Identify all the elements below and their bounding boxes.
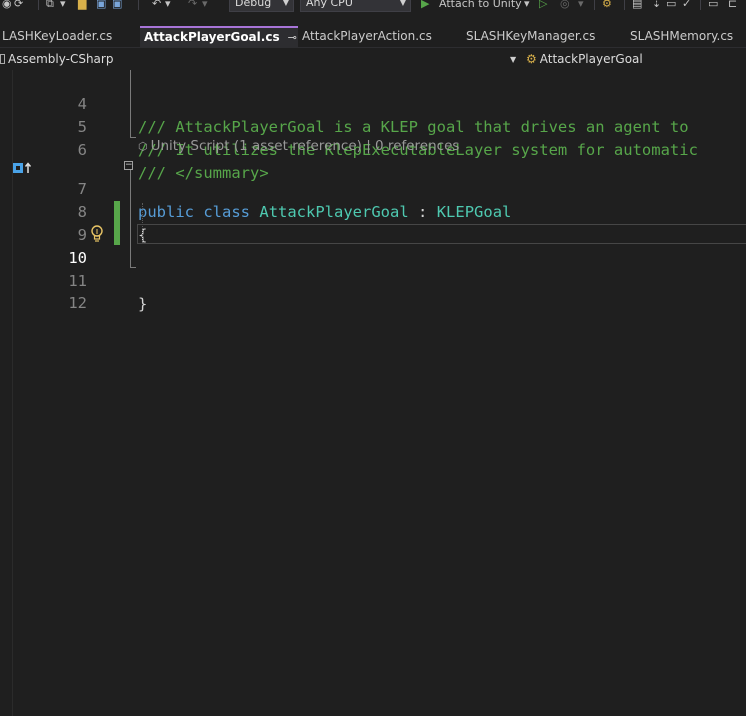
hot-reload-icon[interactable]: ◎ <box>560 0 570 10</box>
project-icon <box>0 54 5 64</box>
code-line-7[interactable]: 7 public class AttackPlayerGoal : KLEPGo… <box>0 155 746 221</box>
chevron-down-icon: ▼ <box>399 0 406 7</box>
tab-lashkeyloader[interactable]: LASHKeyLoader.cs <box>0 26 140 47</box>
navigation-bar: Assembly-CSharp ▼ ⚙ AttackPlayerGoal <box>0 50 746 71</box>
type-scope-dropdown[interactable]: ⚙ AttackPlayerGoal <box>526 50 746 69</box>
configuration-value: Debug <box>235 0 272 9</box>
code-line-10[interactable]: 10 <box>0 224 746 267</box>
toolbar-separator <box>594 0 595 10</box>
toolbar-separator <box>624 0 625 10</box>
tab-label: SLASHMemory.cs <box>630 29 734 43</box>
code-editor[interactable]: 4 /// AttackPlayerGoal is a KLEP goal th… <box>0 70 746 716</box>
code-line-6[interactable]: 6 /// </summary> <box>0 116 746 182</box>
tab-label: AttackPlayerGoal.cs <box>144 30 280 44</box>
toolbar-separator <box>138 0 139 10</box>
step-icon[interactable]: ⇣ <box>652 0 661 10</box>
undo-icon[interactable]: ↶ <box>152 0 161 10</box>
code-line-5[interactable]: 5 /// It utilizes the KlepExecutableLaye… <box>0 93 746 159</box>
redo-dropdown-icon[interactable]: ▾ <box>202 0 208 10</box>
panel-icon[interactable]: ⊏ <box>728 0 737 10</box>
document-tab-strip: LASHKeyLoader.cs AttackPlayerGoal.cs⊸✕ A… <box>0 26 746 48</box>
type-scope-name: AttackPlayerGoal <box>539 52 643 66</box>
save-icon[interactable]: ▣ <box>96 0 106 10</box>
play-icon[interactable]: ▶ <box>421 0 429 10</box>
new-project-icon[interactable]: ⧉ <box>46 0 54 10</box>
redo-icon[interactable]: ↷ <box>188 0 197 10</box>
pin-icon[interactable]: ⊸ <box>288 31 297 44</box>
line-number: 12 <box>68 294 87 312</box>
unity-icon: ⬡ <box>138 140 148 153</box>
platform-value: Any CPU <box>306 0 353 9</box>
tab-label: LASHKeyLoader.cs <box>2 29 113 43</box>
code-line-8[interactable]: 8 { <box>0 178 746 244</box>
codelens-text: Unity Script (1 asset reference) | 0 ref… <box>150 138 460 154</box>
undo-dropdown-icon[interactable]: ▾ <box>165 0 171 10</box>
platform-dropdown[interactable]: Any CPU ▼ <box>300 0 411 12</box>
back-icon[interactable]: ◉ <box>2 0 12 10</box>
line-code: } <box>138 295 148 313</box>
tab-attackplayeraction[interactable]: AttackPlayerAction.cs <box>302 26 462 47</box>
start-without-debugging-icon[interactable]: ▷ <box>539 0 547 10</box>
fold-guide-end <box>130 137 136 138</box>
tab-attackplayergoal[interactable]: AttackPlayerGoal.cs⊸✕ <box>140 26 298 47</box>
codelens[interactable]: ⬡ Unity Script (1 asset reference) | 0 re… <box>138 138 459 154</box>
bookmark-icon[interactable]: ▭ <box>666 0 676 10</box>
forward-icon[interactable]: ⟳ <box>14 0 23 10</box>
chevron-down-icon: ▼ <box>282 0 289 7</box>
project-name: Assembly-CSharp <box>8 52 114 66</box>
layout-icon[interactable]: ▭ <box>708 0 718 10</box>
toolbar-separator <box>700 0 701 10</box>
class-icon: ⚙ <box>526 52 537 66</box>
code-line-12[interactable]: 12 <box>0 269 746 312</box>
attach-to-unity-button[interactable]: Attach to Unity <box>439 0 522 10</box>
code-line-11[interactable]: 11 } <box>0 247 746 313</box>
tab-label: SLASHKeyManager.cs <box>466 29 596 43</box>
diagnostics-icon[interactable]: ⚙ <box>602 0 612 10</box>
more-icon[interactable]: ✓ <box>682 0 691 10</box>
open-folder-icon[interactable]: ▆ <box>78 0 86 10</box>
code-line-9[interactable]: 9 <box>0 201 746 244</box>
configuration-dropdown[interactable]: Debug ▼ <box>229 0 294 12</box>
tab-label: AttackPlayerAction.cs <box>302 29 432 43</box>
toggle-icon[interactable]: ▤ <box>632 0 642 10</box>
project-dropdown[interactable]: Assembly-CSharp <box>0 50 520 69</box>
dropdown-arrow-icon[interactable]: ▾ <box>60 0 66 10</box>
hot-reload-dropdown-icon[interactable]: ▾ <box>578 0 584 10</box>
save-all-icon[interactable]: ▣ <box>112 0 122 10</box>
tab-slashkeymanager[interactable]: SLASHKeyManager.cs <box>466 26 624 47</box>
chevron-down-icon[interactable]: ▼ <box>510 50 516 69</box>
toolbar-separator <box>38 0 39 10</box>
attach-dropdown-icon[interactable]: ▾ <box>524 0 530 10</box>
code-line-4[interactable]: 4 /// AttackPlayerGoal is a KLEP goal th… <box>0 70 746 136</box>
toolbar: ◉ ⟳ ⧉ ▾ ▆ ▣ ▣ ↶ ▾ ↷ ▾ Debug ▼ Any CPU ▼ … <box>0 0 746 14</box>
fold-guide <box>130 70 131 138</box>
tab-slashmemory[interactable]: SLASHMemory.cs <box>630 26 746 47</box>
